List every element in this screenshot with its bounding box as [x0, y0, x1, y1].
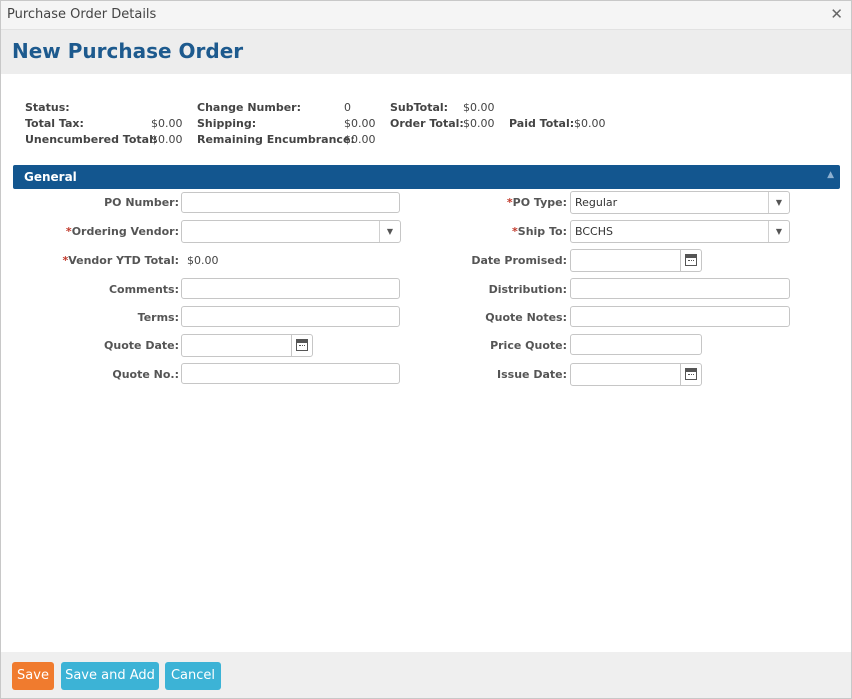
section-title: General	[24, 170, 77, 184]
chevron-down-icon[interactable]: ▼	[768, 192, 789, 213]
vendor-ytd-label: *Vendor YTD Total:	[62, 254, 179, 267]
subtotal-label: SubTotal:	[390, 101, 449, 114]
shipping-value: $0.00	[344, 117, 376, 130]
ordering-vendor-select[interactable]: ▼	[181, 220, 401, 243]
page-header: New Purchase Order	[1, 30, 851, 74]
quote-notes-input[interactable]	[570, 306, 790, 327]
paid-total-label: Paid Total:	[509, 117, 575, 130]
issue-date-calendar-button[interactable]	[680, 363, 702, 386]
close-icon[interactable]: ✕	[830, 5, 843, 23]
change-number-value: 0	[344, 101, 351, 114]
date-promised-picker[interactable]	[570, 249, 702, 272]
dialog-footer: Save Save and Add Cancel	[1, 652, 851, 698]
paid-total-value: $0.00	[574, 117, 606, 130]
save-button[interactable]: Save	[12, 662, 54, 690]
issue-date-picker[interactable]	[570, 363, 702, 386]
order-total-label: Order Total:	[390, 117, 464, 130]
general-section-header[interactable]: General ▲	[13, 165, 840, 189]
ship-to-select[interactable]: BCCHS ▼	[570, 220, 790, 243]
cancel-button[interactable]: Cancel	[165, 662, 221, 690]
comments-label: Comments:	[108, 283, 179, 296]
issue-date-label: Issue Date:	[497, 368, 567, 381]
purchase-order-dialog: Purchase Order Details ✕ New Purchase Or…	[0, 0, 852, 699]
ship-to-value: BCCHS	[575, 225, 613, 238]
ship-to-label: *Ship To:	[512, 225, 567, 238]
calendar-icon	[296, 339, 308, 351]
ordering-vendor-label: *Ordering Vendor:	[65, 225, 179, 238]
page-title: New Purchase Order	[12, 39, 244, 63]
change-number-label: Change Number:	[197, 101, 301, 114]
unencumbered-value: $0.00	[151, 133, 183, 146]
terms-label: Terms:	[137, 311, 179, 324]
price-quote-input[interactable]	[570, 334, 702, 355]
calendar-icon	[685, 368, 697, 380]
distribution-input[interactable]	[570, 278, 790, 299]
distribution-label: Distribution:	[488, 283, 567, 296]
po-number-input[interactable]	[181, 192, 400, 213]
calendar-icon	[685, 254, 697, 266]
collapse-up-icon[interactable]: ▲	[827, 170, 834, 180]
price-quote-label: Price Quote:	[490, 339, 567, 352]
issue-date-input[interactable]	[570, 363, 681, 386]
dialog-titlebar: Purchase Order Details ✕	[1, 1, 851, 30]
subtotal-value: $0.00	[463, 101, 495, 114]
date-promised-calendar-button[interactable]	[680, 249, 702, 272]
quote-date-label: Quote Date:	[104, 339, 179, 352]
chevron-down-icon[interactable]: ▼	[768, 221, 789, 242]
vendor-ytd-value: $0.00	[187, 254, 219, 267]
quote-date-input[interactable]	[181, 334, 292, 357]
order-summary: Status: Total Tax: $0.00 Unencumbered To…	[1, 101, 851, 151]
po-type-value: Regular	[575, 196, 618, 209]
quote-date-calendar-button[interactable]	[291, 334, 313, 357]
shipping-label: Shipping:	[197, 117, 257, 130]
terms-input[interactable]	[181, 306, 400, 327]
total-tax-value: $0.00	[151, 117, 183, 130]
comments-input[interactable]	[181, 278, 400, 299]
status-label: Status:	[25, 101, 70, 114]
date-promised-input[interactable]	[570, 249, 681, 272]
remaining-encumbrance-value: $0.00	[344, 133, 376, 146]
quote-date-picker[interactable]	[181, 334, 313, 357]
quote-no-input[interactable]	[181, 363, 400, 384]
po-number-label: PO Number:	[104, 196, 179, 209]
chevron-down-icon[interactable]: ▼	[379, 221, 400, 242]
quote-no-label: Quote No.:	[112, 368, 179, 381]
dialog-title: Purchase Order Details	[7, 7, 157, 22]
po-type-label: *PO Type:	[506, 196, 567, 209]
quote-notes-label: Quote Notes:	[485, 311, 567, 324]
remaining-encumbrance-label: Remaining Encumbrance:	[197, 133, 355, 146]
save-and-add-button[interactable]: Save and Add	[61, 662, 159, 690]
order-total-value: $0.00	[463, 117, 495, 130]
total-tax-label: Total Tax:	[25, 117, 84, 130]
unencumbered-label: Unencumbered Total:	[25, 133, 158, 146]
po-type-select[interactable]: Regular ▼	[570, 191, 790, 214]
date-promised-label: Date Promised:	[471, 254, 567, 267]
